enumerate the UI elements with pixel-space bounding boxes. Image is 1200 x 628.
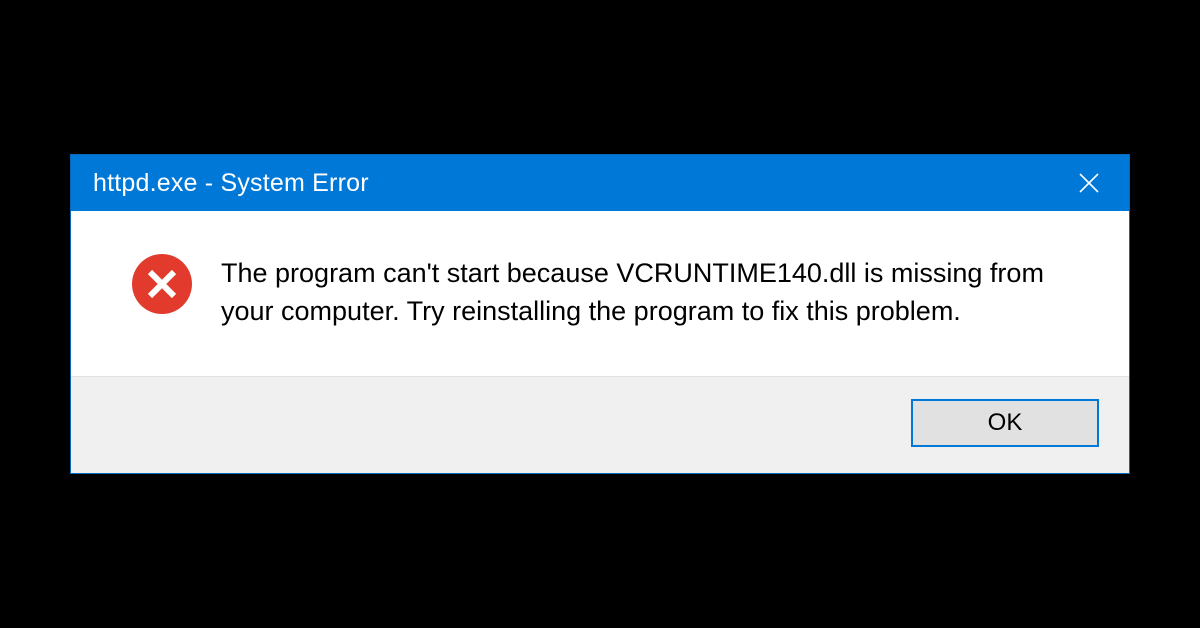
close-icon	[1078, 172, 1100, 194]
dialog-title: httpd.exe - System Error	[93, 169, 1067, 198]
error-icon	[131, 253, 193, 315]
close-button[interactable]	[1067, 161, 1111, 205]
ok-button[interactable]: OK	[911, 399, 1099, 447]
screen: httpd.exe - System Error The program c	[0, 0, 1200, 628]
ok-button-label: OK	[988, 409, 1023, 437]
dialog-titlebar: httpd.exe - System Error	[71, 155, 1129, 211]
error-dialog: httpd.exe - System Error The program c	[70, 154, 1130, 474]
dialog-footer: OK	[71, 376, 1129, 473]
dialog-content: The program can't start because VCRUNTIM…	[71, 211, 1129, 376]
error-message: The program can't start because VCRUNTIM…	[221, 253, 1085, 330]
